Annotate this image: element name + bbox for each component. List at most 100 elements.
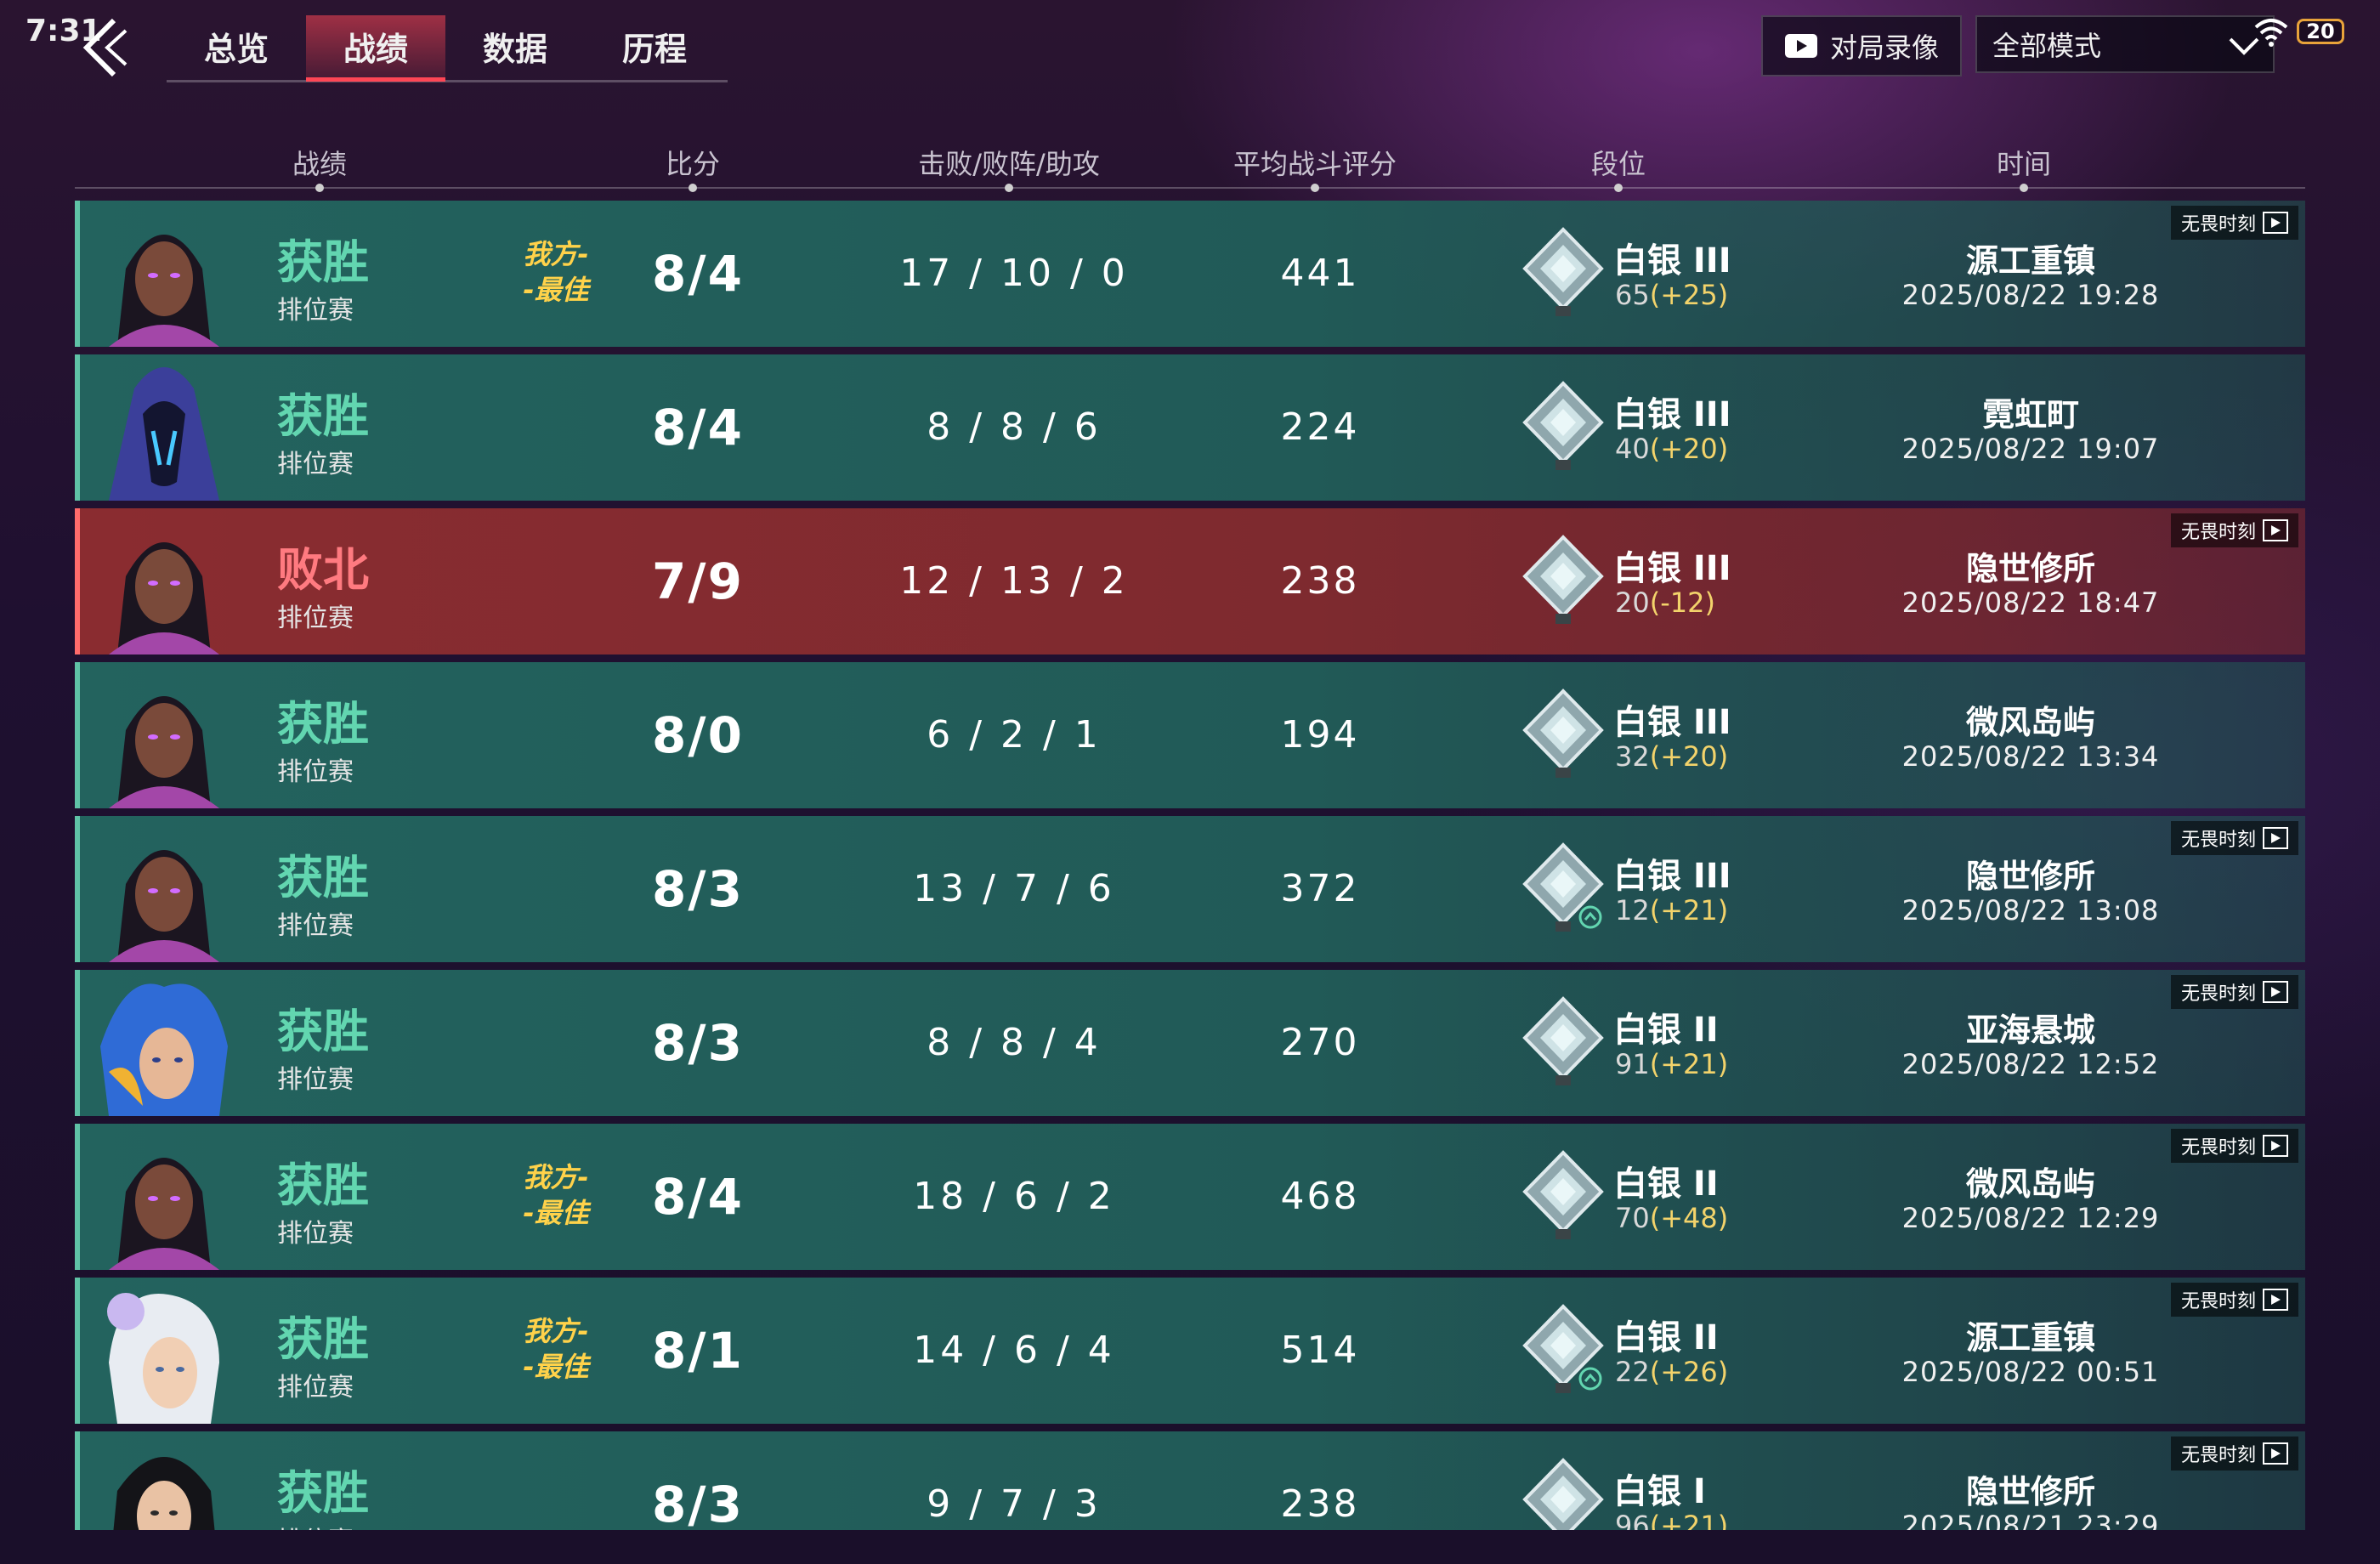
match-row[interactable]: 获胜 排位赛 我方- -最佳 8/4 17 / 10 / 0 441 白银 III… (75, 201, 2305, 347)
col-rank: 段位 (1590, 148, 1646, 180)
team-mvp-badge: 我方- -最佳 (479, 1159, 632, 1231)
kda: 9 / 7 / 3 (926, 1482, 1102, 1526)
match-score: 7/9 (652, 552, 744, 610)
moments-label: 无畏时刻 (2180, 830, 2256, 851)
rank-rating-value: 91 (1615, 1048, 1650, 1080)
combat-score: 514 (1280, 1329, 1360, 1372)
match-row[interactable]: 获胜 排位赛 8/3 13 / 7 / 6 372 白银 III 12(+21)… (75, 816, 2305, 962)
match-result: 获胜 (277, 389, 369, 443)
combat-score: 468 (1280, 1175, 1360, 1218)
match-replay-button[interactable]: 对局录像 (1761, 15, 1962, 76)
top-bar: 7:31 总览 战绩 数据 历程 对局录像 全部模式 20 (0, 0, 2380, 85)
col-kda: 击败/败阵/助攻 (918, 148, 1100, 180)
tab-stats[interactable]: 数据 (445, 15, 585, 77)
queue-type: 排位赛 (277, 296, 354, 326)
moments-badge[interactable]: 无畏时刻 (2170, 1129, 2298, 1163)
combat-score: 238 (1280, 1482, 1360, 1526)
rank-name: 白银 III (1613, 857, 1731, 896)
match-result: 败北 (277, 543, 369, 597)
col-time: 时间 (1996, 148, 2052, 180)
mode-dropdown[interactable]: 全部模式 (1975, 15, 2275, 73)
system-status: 20 (2244, 15, 2372, 53)
queue-type: 排位赛 (277, 757, 354, 787)
rank-rating: 91(+21) (1615, 1048, 1728, 1080)
mvp-line: -最佳 (523, 1197, 589, 1229)
rank-rating-value: 65 (1615, 279, 1650, 311)
col-score: 比分 (665, 148, 721, 180)
rank-shield-icon (1578, 1367, 1602, 1391)
col-marker (1005, 184, 1013, 192)
agent-avatar (92, 508, 236, 654)
film-icon (2263, 1442, 2288, 1465)
match-score: 8/3 (652, 1014, 744, 1072)
mvp-line: 我方- (523, 1315, 589, 1347)
back-button[interactable] (78, 14, 129, 82)
match-score: 8/4 (652, 1168, 744, 1226)
match-score: 8/4 (652, 245, 744, 303)
match-result: 获胜 (277, 235, 369, 289)
match-row[interactable]: 获胜 排位赛 8/3 8 / 8 / 4 270 白银 II 91(+21) 亚… (75, 970, 2305, 1116)
moments-badge[interactable]: 无畏时刻 (2170, 1283, 2298, 1317)
mvp-line: -最佳 (523, 1351, 589, 1383)
match-replay-label: 对局录像 (1829, 31, 1939, 64)
queue-type: 排位赛 (277, 1373, 354, 1402)
match-time: 2025/08/21 23:29 (1901, 1510, 2160, 1530)
map-name: 源工重镇 (1965, 242, 2096, 280)
back-arrow-icon (82, 18, 128, 77)
tab-overview[interactable]: 总览 (167, 15, 306, 77)
match-row[interactable]: 获胜 排位赛 8/3 9 / 7 / 3 238 白银 I 96(+21) 隐世… (75, 1431, 2305, 1530)
col-record: 战绩 (292, 148, 348, 180)
match-result: 获胜 (277, 1159, 369, 1212)
kda: 8 / 8 / 6 (926, 405, 1102, 449)
moments-badge[interactable]: 无畏时刻 (2170, 206, 2298, 240)
rank-rating: 12(+21) (1615, 894, 1728, 926)
rank-rating: 65(+25) (1615, 279, 1728, 311)
moments-badge[interactable]: 无畏时刻 (2170, 513, 2298, 547)
rank-rating-value: 12 (1615, 894, 1650, 926)
film-icon (2263, 1135, 2288, 1157)
silver-rank-icon (1522, 996, 1604, 1085)
match-row[interactable]: 获胜 排位赛 我方- -最佳 8/1 14 / 6 / 4 514 白银 II 2… (75, 1278, 2305, 1424)
match-time: 2025/08/22 12:52 (1901, 1048, 2160, 1080)
rank-rating-value: 22 (1615, 1356, 1650, 1388)
silver-rank-icon (1522, 227, 1604, 316)
kda: 17 / 10 / 0 (899, 252, 1129, 295)
film-icon (2263, 212, 2288, 234)
map-name: 微风岛屿 (1965, 1165, 2096, 1203)
moments-badge[interactable]: 无畏时刻 (2170, 1436, 2298, 1470)
silver-rank-icon (1522, 688, 1604, 778)
match-row[interactable]: 败北 排位赛 7/9 12 / 13 / 2 238 白银 III 20(-12… (75, 508, 2305, 654)
match-row[interactable]: 获胜 排位赛 8/0 6 / 2 / 1 194 白银 III 32(+20) … (75, 662, 2305, 808)
queue-type: 排位赛 (277, 1219, 354, 1249)
agent-avatar (92, 354, 236, 501)
rank-rating-delta: (+20) (1649, 740, 1729, 773)
moments-label: 无畏时刻 (2180, 1137, 2256, 1159)
rank-rating-delta: (+25) (1649, 279, 1729, 311)
rank-rating-value: 70 (1615, 1202, 1650, 1234)
map-name: 隐世修所 (1965, 1473, 2096, 1510)
match-score: 8/4 (652, 399, 744, 456)
match-row[interactable]: 获胜 排位赛 8/4 8 / 8 / 6 224 白银 III 40(+20) … (75, 354, 2305, 501)
rank-rating-value: 20 (1615, 586, 1650, 619)
rank-name: 白银 III (1613, 395, 1731, 434)
col-marker (1311, 184, 1319, 192)
match-time: 2025/08/22 13:34 (1901, 740, 2160, 773)
tab-journey[interactable]: 历程 (585, 15, 724, 77)
silver-rank-icon (1522, 1150, 1604, 1239)
film-icon (2263, 981, 2288, 1003)
mvp-line: 我方- (523, 238, 589, 270)
match-row[interactable]: 获胜 排位赛 我方- -最佳 8/4 18 / 6 / 2 468 白银 II 7… (75, 1124, 2305, 1270)
kda: 13 / 7 / 6 (913, 867, 1115, 910)
match-time: 2025/08/22 13:08 (1901, 894, 2160, 926)
moments-badge[interactable]: 无畏时刻 (2170, 821, 2298, 855)
match-score: 8/0 (652, 706, 744, 764)
mode-dropdown-value: 全部模式 (1992, 30, 2102, 62)
agent-avatar (92, 970, 236, 1116)
tab-match-history[interactable]: 战绩 (306, 15, 445, 82)
match-result: 获胜 (277, 1312, 369, 1366)
rank-rating: 20(-12) (1615, 586, 1715, 619)
silver-rank-icon (1522, 381, 1604, 470)
moments-badge[interactable]: 无畏时刻 (2170, 975, 2298, 1009)
match-result: 获胜 (277, 1005, 369, 1058)
table-header: 战绩 比分 击败/败阵/助攻 平均战斗评分 段位 时间 (75, 139, 2305, 192)
